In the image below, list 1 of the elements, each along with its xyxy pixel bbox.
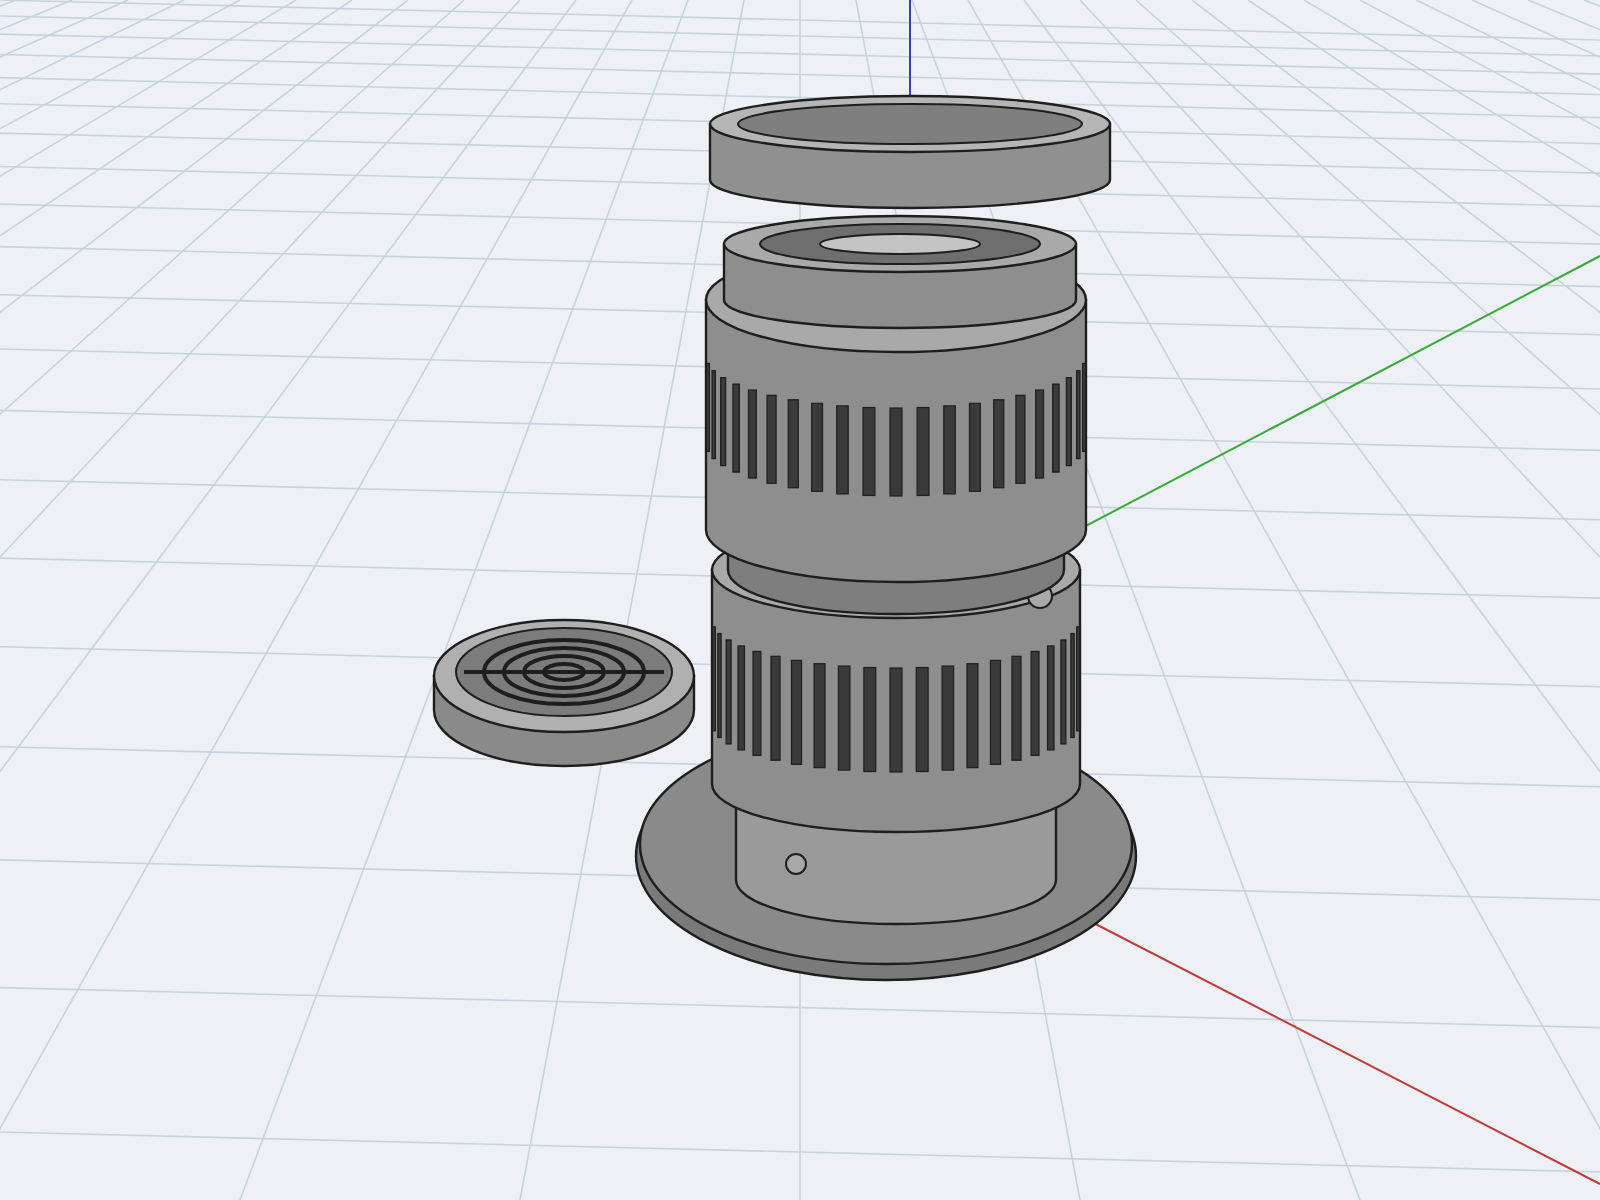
3d-viewport[interactable] — [0, 0, 1600, 1200]
